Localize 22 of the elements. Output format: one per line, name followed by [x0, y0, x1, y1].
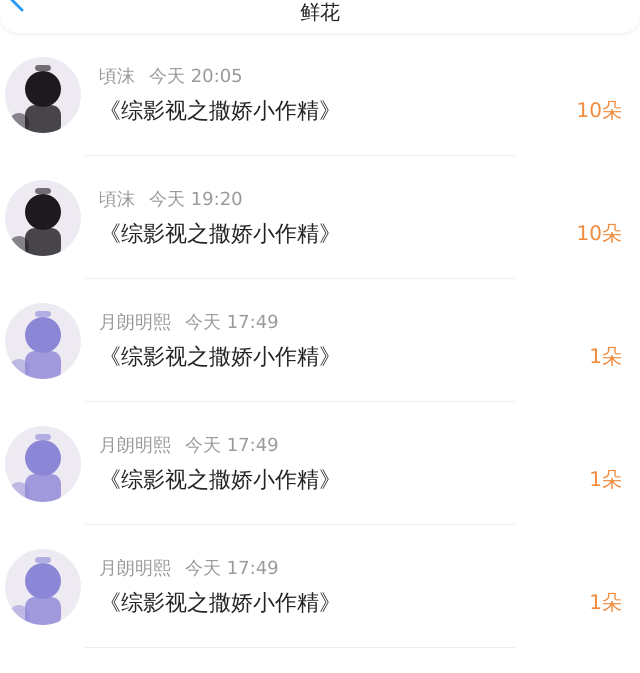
- timestamp: 今天 17:49: [185, 310, 279, 334]
- page-title: 鲜花: [300, 1, 340, 23]
- timestamp: 今天 17:49: [185, 556, 279, 580]
- book-title: 《综影视之撒娇小作精》: [99, 98, 341, 126]
- back-icon[interactable]: [10, 0, 26, 12]
- timestamp: 今天 20:05: [149, 64, 243, 88]
- user-name: 頃沫: [99, 188, 135, 210]
- user-name: 頃沫: [99, 64, 135, 88]
- book-title: 《综影视之撒娇小作精》: [99, 220, 341, 248]
- timestamp: 今天 19:20: [149, 188, 243, 210]
- book-title: 《综影视之撒娇小作精》: [99, 590, 341, 618]
- timestamp: 今天 17:49: [185, 434, 279, 456]
- flower-count: 1朵: [589, 343, 622, 370]
- user-name: 月朗明熙: [99, 434, 171, 456]
- flower-count: 10朵: [576, 97, 622, 124]
- flower-count: 1朵: [589, 466, 622, 493]
- flower-count: 1朵: [589, 589, 622, 616]
- user-name: 月朗明熙: [99, 556, 171, 580]
- book-title: 《综影视之撒娇小作精》: [99, 344, 341, 372]
- flower-count: 10朵: [576, 220, 622, 247]
- user-name: 月朗明熙: [99, 310, 171, 334]
- book-title: 《综影视之撒娇小作精》: [99, 466, 341, 494]
